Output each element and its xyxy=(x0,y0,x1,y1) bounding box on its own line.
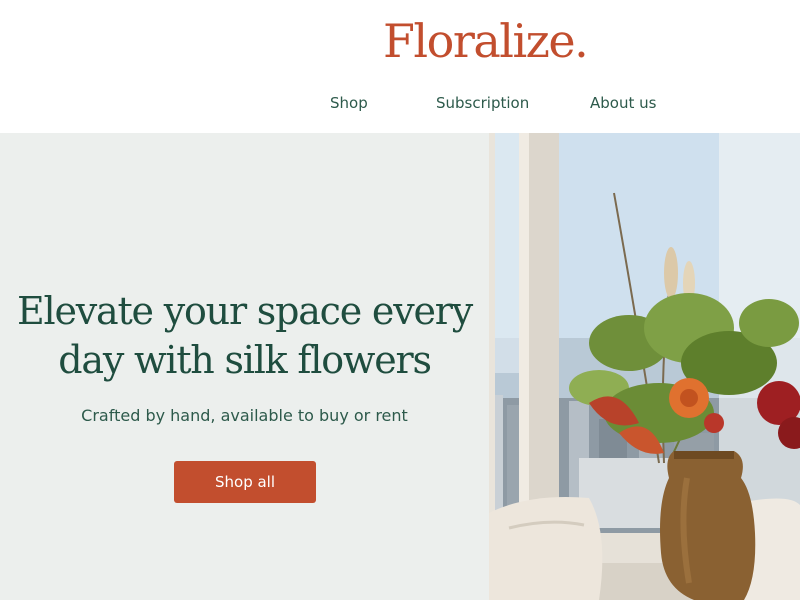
nav-link-shop[interactable]: Shop xyxy=(330,94,368,112)
nav-link-about-us[interactable]: About us xyxy=(590,94,656,112)
site-header: Floralize. Shop Subscription About us xyxy=(0,0,800,133)
hero-headline: Elevate your space every day with silk f… xyxy=(0,287,489,385)
hero-image xyxy=(489,133,800,600)
hero-headline-line-2: day with silk flowers xyxy=(58,338,432,382)
hero-text-panel: Elevate your space every day with silk f… xyxy=(0,133,489,600)
brand-logo[interactable]: Floralize. xyxy=(383,14,589,68)
shop-all-button[interactable]: Shop all xyxy=(174,461,316,503)
hero-subtitle: Crafted by hand, available to buy or ren… xyxy=(81,406,408,425)
hero-headline-line-1: Elevate your space every xyxy=(16,289,473,333)
nav-link-subscription[interactable]: Subscription xyxy=(436,94,529,112)
